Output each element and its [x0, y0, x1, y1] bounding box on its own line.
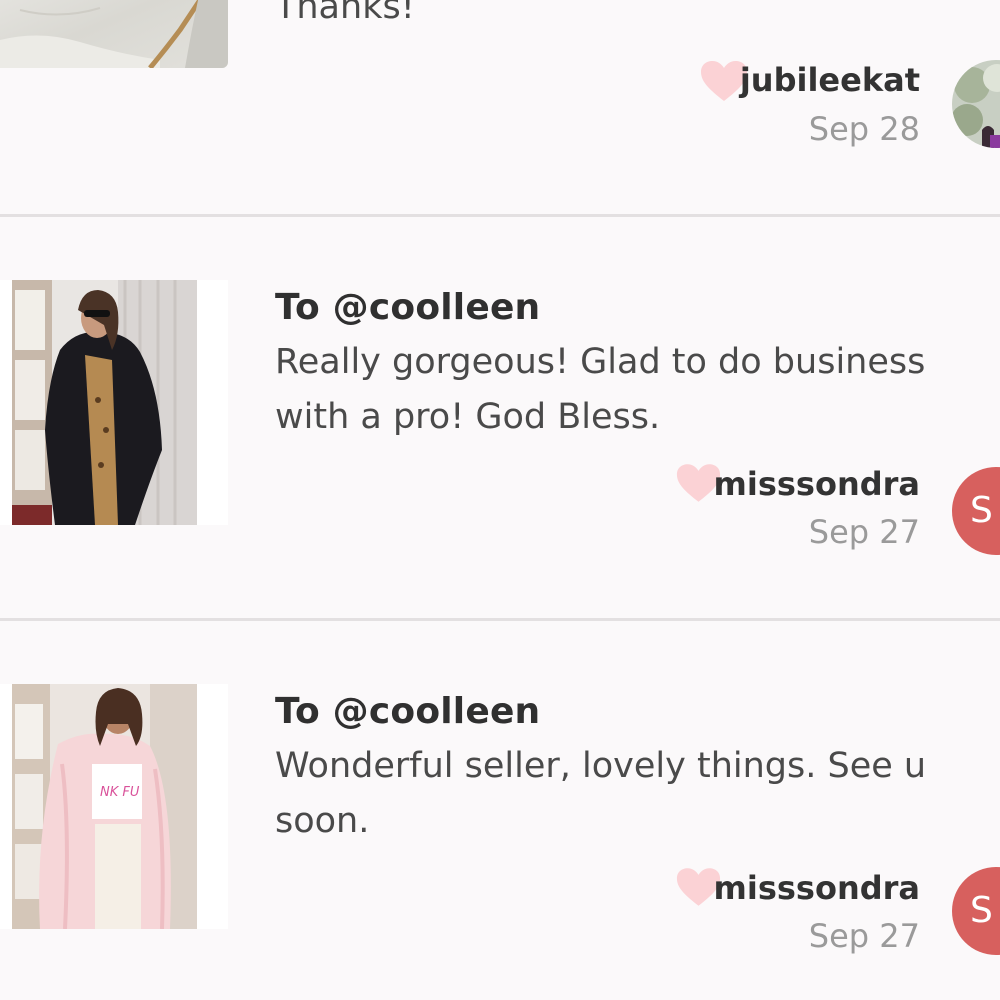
reviewer-username[interactable]: misssondra	[714, 465, 921, 503]
review-date: Sep 27	[808, 917, 920, 955]
review-message: Thanks!	[275, 0, 415, 27]
reviews-screen: Thanks! jubileekat Sep 28 To @coolleen R…	[0, 0, 1000, 1000]
review-thumbnail[interactable]	[0, 0, 228, 68]
review-date: Sep 27	[808, 513, 920, 551]
marble-photo-icon	[0, 0, 228, 68]
shirt-print-text: NK FU	[100, 785, 140, 800]
black-faux-fur-coat-photo-icon	[0, 280, 228, 525]
reviewer-username[interactable]: jubileekat	[740, 61, 920, 99]
review-divider	[0, 214, 1000, 217]
review-message: Wonderful seller, lovely things. See u s…	[275, 746, 927, 841]
reviewer-avatar[interactable]: S	[952, 867, 1000, 955]
review-thumbnail[interactable]: NK FU	[0, 684, 228, 929]
photo-avatar-icon	[952, 60, 1000, 148]
review-recipient[interactable]: To @coolleen	[275, 691, 540, 732]
review-date: Sep 28	[808, 110, 920, 148]
review-message: Really gorgeous! Glad to do business wit…	[275, 342, 926, 437]
pink-faux-fur-coat-photo-icon: NK FU	[0, 684, 228, 929]
review-divider	[0, 618, 1000, 621]
reviewer-avatar[interactable]: S	[952, 467, 1000, 555]
review-recipient[interactable]: To @coolleen	[275, 287, 540, 328]
reviewer-avatar[interactable]	[952, 60, 1000, 148]
review-thumbnail[interactable]	[0, 280, 228, 525]
reviewer-username[interactable]: misssondra	[714, 869, 921, 907]
